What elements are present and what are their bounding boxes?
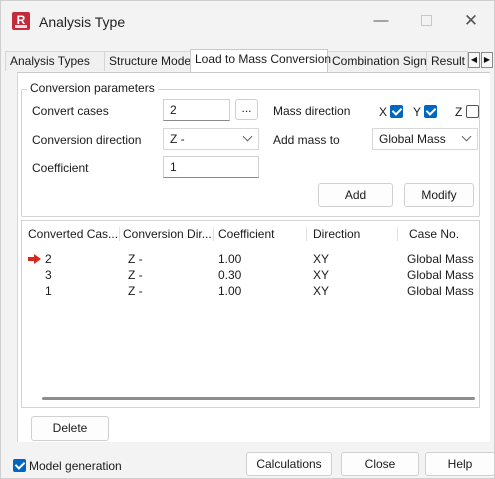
cell-coefficient: 0.30 (218, 268, 242, 282)
tab-analysis-types[interactable]: Analysis Types (5, 51, 105, 71)
help-button[interactable]: Help (425, 452, 495, 476)
column-separator[interactable] (397, 227, 398, 241)
cell-case-no: Global Mass (407, 284, 474, 298)
cell-direction: XY (313, 268, 330, 282)
maximize-button[interactable] (408, 9, 444, 33)
convert-cases-label: Convert cases (32, 104, 109, 118)
column-header-direction[interactable]: Direction (313, 227, 360, 241)
cell-direction: XY (313, 252, 330, 266)
column-header-converted-cases[interactable]: Converted Cas... (28, 227, 118, 241)
model-generation-checkbox[interactable] (13, 459, 26, 472)
column-header-coefficient[interactable]: Coefficient (218, 227, 274, 241)
conversion-list[interactable]: Converted Cas... Conversion Dir... Coeff… (21, 220, 480, 408)
window-title: Analysis Type (39, 14, 126, 30)
browse-cases-button[interactable]: ... (235, 99, 258, 120)
add-mass-to-label: Add mass to (273, 133, 340, 147)
tab-combination-sign[interactable]: Combination Sign (327, 51, 427, 71)
dialog-footer: Model generation Calculations Close Help (1, 447, 495, 479)
mass-direction-z-checkbox[interactable] (466, 105, 479, 118)
cell-converted-case: 2 (45, 252, 52, 266)
table-row[interactable]: 2 Z - 1.00 XY Global Mass (22, 251, 479, 267)
column-header-conversion-direction[interactable]: Conversion Dir... (123, 227, 212, 241)
add-button[interactable]: Add (318, 183, 393, 207)
column-header-case-no[interactable]: Case No. (409, 227, 459, 241)
table-row[interactable]: 3 Z - 0.30 XY Global Mass (22, 267, 479, 283)
conversion-direction-select[interactable]: Z - (163, 128, 259, 150)
coefficient-label: Coefficient (32, 161, 89, 175)
maximize-icon (420, 15, 432, 26)
current-row-arrow-icon (28, 254, 41, 264)
mass-direction-label: Mass direction (273, 104, 351, 118)
coefficient-input[interactable]: 1 (163, 156, 259, 178)
model-generation-label: Model generation (29, 459, 122, 473)
conversion-direction-label: Conversion direction (32, 133, 142, 147)
tab-structure-model[interactable]: Structure Model (104, 51, 194, 71)
column-separator[interactable] (213, 227, 214, 241)
close-window-button[interactable]: ✕ (453, 9, 489, 33)
minimize-icon: — (373, 12, 389, 29)
title-bar: R Analysis Type — ✕ (1, 1, 494, 45)
tab-scroll-right-icon[interactable]: ▶ (481, 52, 493, 68)
cell-converted-case: 3 (45, 268, 52, 282)
app-logo-icon: R (12, 12, 30, 30)
cell-case-no: Global Mass (407, 268, 474, 282)
tab-load-to-mass-conversion[interactable]: Load to Mass Conversion (190, 49, 331, 72)
close-button[interactable]: Close (341, 452, 419, 476)
cell-conversion-direction: Z - (128, 284, 143, 298)
column-separator[interactable] (119, 227, 120, 241)
mass-direction-x-checkbox[interactable] (390, 105, 403, 118)
cell-converted-case: 1 (45, 284, 52, 298)
convert-cases-input[interactable]: 2 (163, 99, 230, 121)
minimize-button[interactable]: — (363, 9, 399, 33)
cell-coefficient: 1.00 (218, 252, 242, 266)
table-row[interactable]: 1 Z - 1.00 XY Global Mass (22, 283, 479, 299)
tab-result[interactable]: Result (426, 51, 468, 71)
cell-direction: XY (313, 284, 330, 298)
delete-button[interactable]: Delete (31, 416, 109, 441)
list-header: Converted Cas... Conversion Dir... Coeff… (22, 221, 479, 246)
cell-conversion-direction: Z - (128, 252, 143, 266)
horizontal-scrollbar[interactable] (42, 397, 475, 400)
mass-direction-y-label: Y (413, 105, 422, 119)
mass-direction-z-label: Z (455, 105, 463, 119)
column-separator[interactable] (306, 227, 307, 241)
chevron-down-icon (242, 132, 252, 142)
mass-direction-y-checkbox[interactable] (424, 105, 437, 118)
cell-coefficient: 1.00 (218, 284, 242, 298)
conversion-parameters-title: Conversion parameters (27, 81, 158, 95)
mass-direction-x-label: X (379, 105, 388, 119)
add-mass-to-value: Global Mass (379, 132, 446, 146)
close-icon: ✕ (463, 11, 479, 30)
cell-conversion-direction: Z - (128, 268, 143, 282)
chevron-down-icon (461, 132, 471, 142)
modify-button[interactable]: Modify (404, 183, 474, 207)
conversion-direction-value: Z - (170, 132, 185, 146)
tab-strip: Analysis Types Structure Model Load to M… (1, 49, 493, 72)
calculations-button[interactable]: Calculations (246, 452, 332, 476)
cell-case-no: Global Mass (407, 252, 474, 266)
analysis-type-window: R Analysis Type — ✕ Analysis Types Struc… (0, 0, 495, 479)
add-mass-to-select[interactable]: Global Mass (372, 128, 478, 150)
tab-scroll-left-icon[interactable]: ◀ (468, 52, 480, 68)
